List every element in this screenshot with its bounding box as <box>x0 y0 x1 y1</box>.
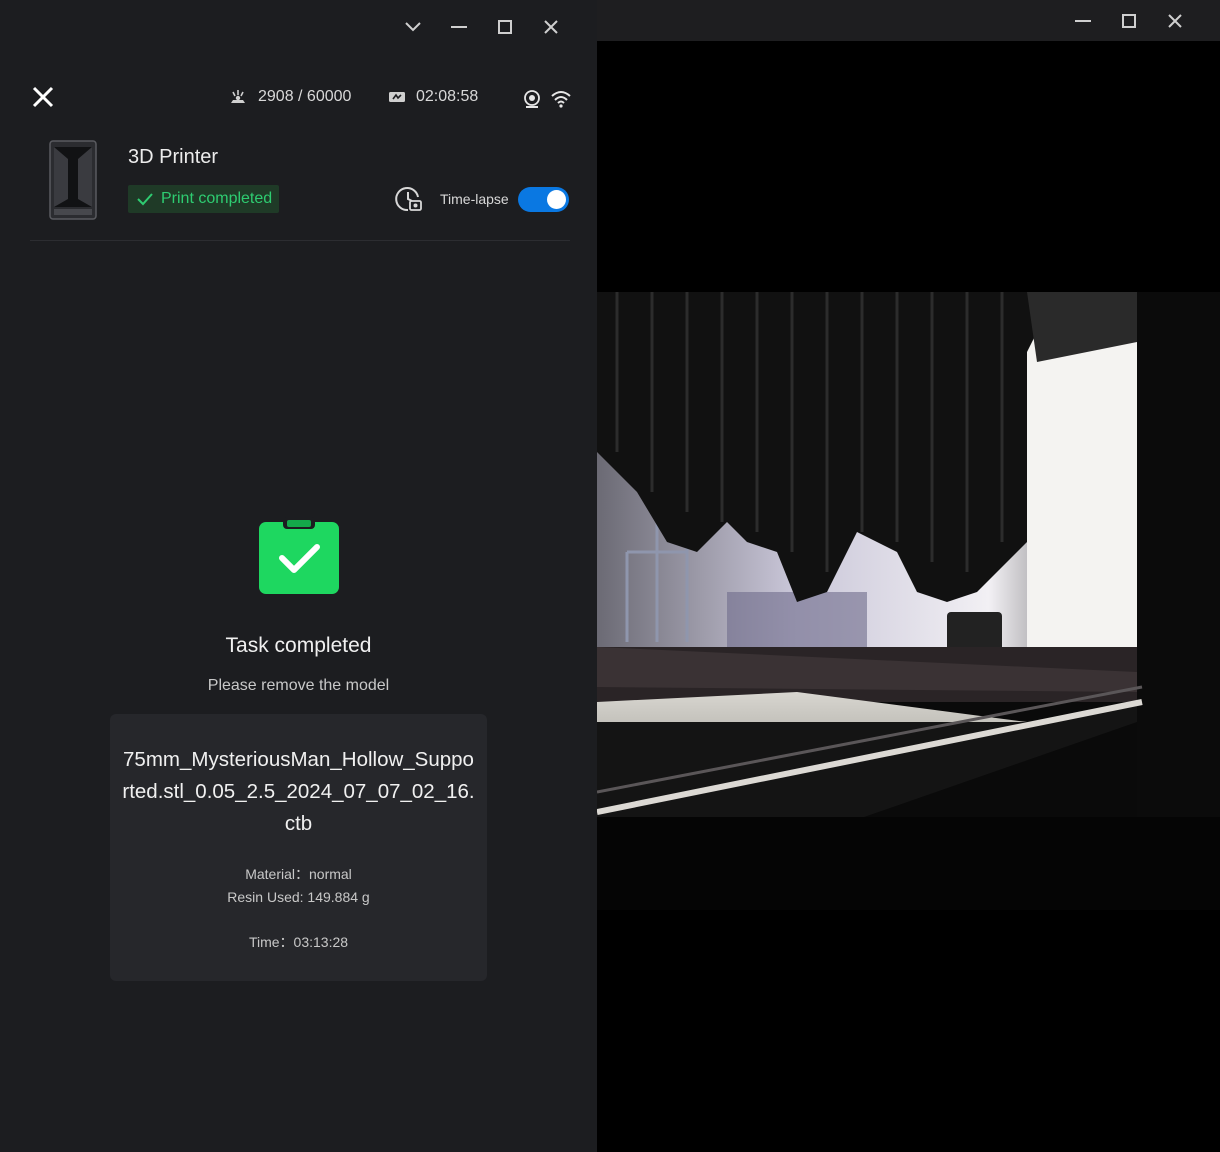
wifi-icon <box>551 91 571 108</box>
light-exposure-icon <box>231 90 245 103</box>
resin-used-info: Resin Used: 149.884 g <box>227 889 370 905</box>
file-name: 75mm_MysteriousMan_Hollow_Supported.stl_… <box>122 748 475 835</box>
maximize-icon <box>498 20 512 34</box>
window-close-button[interactable] <box>528 12 574 42</box>
camera-icon[interactable] <box>522 89 542 109</box>
connection-status <box>522 89 572 109</box>
printer-thumbnail <box>49 140 97 220</box>
divider <box>30 240 570 241</box>
minimize-button[interactable] <box>436 12 482 42</box>
maximize-icon <box>1122 14 1136 28</box>
status-badge: Print completed <box>128 185 280 213</box>
maximize-button[interactable] <box>482 12 528 42</box>
timelapse-label: Time-lapse <box>440 191 509 207</box>
camera-window-controls <box>1060 6 1198 36</box>
material-info: Material：normal <box>245 866 352 882</box>
elapsed-time-value: 02:08:58 <box>416 88 479 105</box>
minimize-icon <box>451 26 467 28</box>
camera-maximize-button[interactable] <box>1106 6 1152 36</box>
close-icon <box>32 86 54 108</box>
collapse-button[interactable] <box>390 12 436 42</box>
timelapse-icon <box>395 187 422 212</box>
close-panel-button[interactable] <box>30 84 56 110</box>
timer-icon <box>389 92 405 102</box>
printer-status-panel: 2908 / 60000 02:08:58 3D Printer Print c… <box>0 0 597 1152</box>
exposure-count: 2908 / 60000 <box>228 88 351 106</box>
window-controls <box>390 12 574 42</box>
exposure-count-value: 2908 / 60000 <box>258 88 352 105</box>
camera-minimize-button[interactable] <box>1060 6 1106 36</box>
task-details-card: 75mm_MysteriousMan_Hollow_Supported.stl_… <box>110 714 487 981</box>
camera-close-button[interactable] <box>1152 6 1198 36</box>
check-icon <box>137 193 153 206</box>
task-title: Task completed <box>225 634 372 657</box>
chevron-down-icon <box>405 22 421 32</box>
task-subtitle: Please remove the model <box>207 677 390 694</box>
print-time-info: Time：03:13:28 <box>248 934 349 950</box>
timelapse-toggle[interactable] <box>518 187 569 212</box>
close-icon <box>544 20 558 34</box>
minimize-icon <box>1075 20 1091 22</box>
camera-feed <box>597 292 1220 910</box>
clipboard-check-icon <box>259 517 339 594</box>
close-icon <box>1168 14 1182 28</box>
printer-name: 3D Printer <box>128 146 219 168</box>
toggle-knob <box>547 190 566 209</box>
camera-window <box>597 0 1220 1152</box>
status-badge-label: Print completed <box>161 190 273 207</box>
elapsed-time: 02:08:58 <box>388 88 478 106</box>
